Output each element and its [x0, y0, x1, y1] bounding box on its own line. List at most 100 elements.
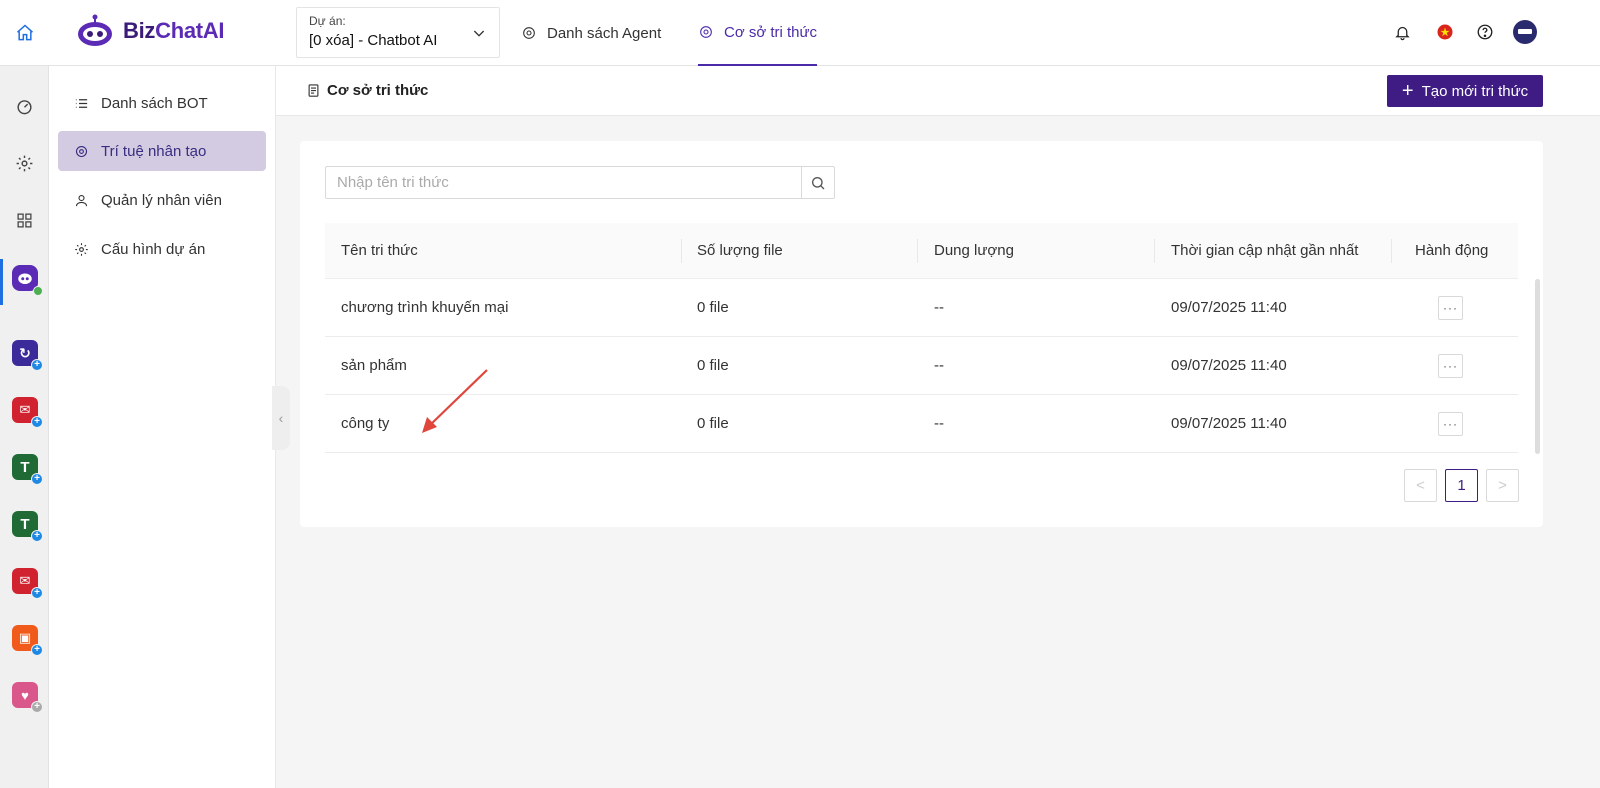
cell-name[interactable]: công ty — [341, 415, 389, 432]
create-knowledge-label: Tạo mới tri thức — [1421, 82, 1529, 100]
app-icon-heart[interactable]: ♥ + — [12, 682, 43, 713]
home-icon — [16, 23, 33, 40]
app-icon-1[interactable]: ↻ + — [12, 340, 43, 371]
sidebar-item-bot-list[interactable]: Danh sách BOT — [58, 83, 266, 123]
list-icon — [75, 98, 88, 108]
add-icon: + — [31, 473, 43, 485]
add-icon: + — [31, 701, 43, 713]
table-header: Tên tri thức Số lượng file Dung lượng Th… — [325, 223, 1518, 279]
mail-app-icon-2[interactable]: ✉ + — [12, 568, 43, 599]
cell-name[interactable]: chương trình khuyến mại — [341, 299, 508, 316]
bizchat-logo-icon — [78, 14, 112, 46]
cell-name[interactable]: sản phẩm — [341, 357, 407, 374]
brand-name-part2: ChatAI — [155, 18, 225, 43]
column-divider — [681, 239, 682, 263]
app-rail: ↻ + ✉ + T + T + ✉ + ▣ + ♥ + — [0, 0, 49, 788]
add-icon: + — [31, 587, 43, 599]
create-knowledge-button[interactable]: + Tạo mới tri thức — [1387, 75, 1543, 107]
sidebar-item-staff[interactable]: Quản lý nhân viên — [58, 180, 266, 220]
project-value: [0 xóa] - Chatbot AI — [309, 32, 438, 49]
more-actions-button[interactable]: ··· — [1438, 412, 1463, 436]
chevron-down-icon — [473, 30, 485, 37]
pagination-next[interactable]: > — [1486, 469, 1519, 502]
help-icon[interactable] — [1473, 20, 1497, 44]
project-selector[interactable]: Dự án: [0 xóa] - Chatbot AI — [296, 7, 500, 58]
pagination-prev[interactable]: < — [1404, 469, 1437, 502]
column-header-updated: Thời gian cập nhật gần nhất — [1171, 242, 1359, 259]
search-box — [325, 166, 835, 199]
sidebar-item-label: Trí tuệ nhân tạo — [101, 142, 207, 160]
sidebar-item-label: Cấu hình dự án — [101, 240, 206, 258]
shop-app-icon[interactable]: ▣ + — [12, 625, 43, 656]
sidebar-item-label: Danh sách BOT — [101, 94, 208, 112]
sidebar-item-label: Quản lý nhân viên — [101, 191, 222, 209]
dashboard-icon[interactable] — [12, 94, 37, 119]
apps-grid-icon[interactable] — [12, 208, 37, 233]
project-label: Dự án: — [309, 14, 346, 28]
ellipsis-icon: ··· — [1443, 359, 1458, 373]
tab-label: Cơ sở tri thức — [724, 23, 818, 41]
add-icon: + — [31, 530, 43, 542]
cell-size: -- — [934, 357, 944, 374]
app-icon-t1[interactable]: T + — [12, 454, 43, 485]
add-icon: + — [31, 416, 43, 428]
brand-logo[interactable]: BizChatAI — [75, 14, 225, 48]
tab-agent-list[interactable]: Danh sách Agent — [521, 0, 661, 66]
user-avatar[interactable] — [1513, 20, 1537, 44]
online-status-dot — [33, 286, 43, 296]
search-button[interactable] — [801, 167, 834, 198]
app-icon-t2[interactable]: T + — [12, 511, 43, 542]
mail-app-icon[interactable]: ✉ + — [12, 397, 43, 428]
cell-files: 0 file — [697, 357, 729, 374]
vietnam-flag-icon[interactable] — [1433, 20, 1457, 44]
ellipsis-icon: ··· — [1443, 417, 1458, 431]
cell-updated: 09/07/2025 11:40 — [1171, 357, 1287, 374]
add-icon: + — [31, 359, 43, 371]
cell-size: -- — [934, 299, 944, 316]
table-row[interactable]: chương trình khuyến mại 0 file -- 09/07/… — [325, 279, 1518, 337]
column-header-name: Tên tri thức — [341, 242, 418, 259]
tab-label: Danh sách Agent — [547, 24, 662, 42]
table-row[interactable]: sản phẩm 0 file -- 09/07/2025 11:40 ··· — [325, 337, 1518, 395]
bell-icon[interactable] — [1390, 20, 1414, 44]
sidebar: Danh sách BOT Trí tuệ nhân tạo Quản lý n… — [49, 66, 276, 788]
cell-files: 0 file — [697, 299, 729, 316]
search-input[interactable] — [326, 167, 801, 198]
chevron-left-icon: ‹ — [278, 410, 284, 426]
column-header-size: Dung lượng — [934, 242, 1014, 259]
pagination-page-1[interactable]: 1 — [1445, 469, 1478, 502]
chatbot-app-icon[interactable] — [12, 265, 43, 296]
cell-updated: 09/07/2025 11:40 — [1171, 415, 1287, 432]
sidebar-item-ai[interactable]: Trí tuệ nhân tạo — [58, 131, 266, 171]
ai-icon — [75, 145, 88, 157]
gear-icon — [75, 242, 88, 256]
page-number: 1 — [1457, 477, 1466, 494]
column-divider — [917, 239, 918, 263]
content-header: Cơ sở tri thức + Tạo mới tri thức — [276, 66, 1600, 116]
more-actions-button[interactable]: ··· — [1438, 354, 1463, 378]
ellipsis-icon: ··· — [1443, 301, 1458, 315]
table-row[interactable]: công ty 0 file -- 09/07/2025 11:40 ··· — [325, 395, 1518, 453]
column-header-files: Số lượng file — [697, 242, 783, 259]
tab-knowledge-base[interactable]: Cơ sở tri thức — [698, 0, 818, 66]
cell-updated: 09/07/2025 11:40 — [1171, 299, 1287, 316]
more-actions-button[interactable]: ··· — [1438, 296, 1463, 320]
settings-icon[interactable] — [12, 151, 37, 176]
add-icon: + — [31, 644, 43, 656]
table-scrollbar[interactable] — [1535, 279, 1540, 454]
knowledge-card: Tên tri thức Số lượng file Dung lượng Th… — [300, 141, 1543, 527]
plus-icon: + — [1401, 80, 1414, 102]
chevron-left-icon: < — [1416, 477, 1425, 494]
search-icon — [812, 176, 825, 189]
collapse-sidebar-button[interactable]: ‹ — [272, 386, 290, 450]
knowledge-table: Tên tri thức Số lượng file Dung lượng Th… — [325, 223, 1540, 454]
page-title-text: Cơ sở tri thức — [327, 82, 429, 99]
top-header: BizChatAI Dự án: [0 xóa] - Chatbot AI Da… — [49, 0, 1600, 66]
home-button[interactable] — [0, 0, 49, 66]
column-divider — [1154, 239, 1155, 263]
page-title: Cơ sở tri thức — [306, 82, 428, 99]
sidebar-item-project-config[interactable]: Cấu hình dự án — [58, 229, 266, 269]
column-header-action: Hành động — [1415, 242, 1489, 259]
chevron-right-icon: > — [1498, 477, 1507, 494]
cell-files: 0 file — [697, 415, 729, 432]
